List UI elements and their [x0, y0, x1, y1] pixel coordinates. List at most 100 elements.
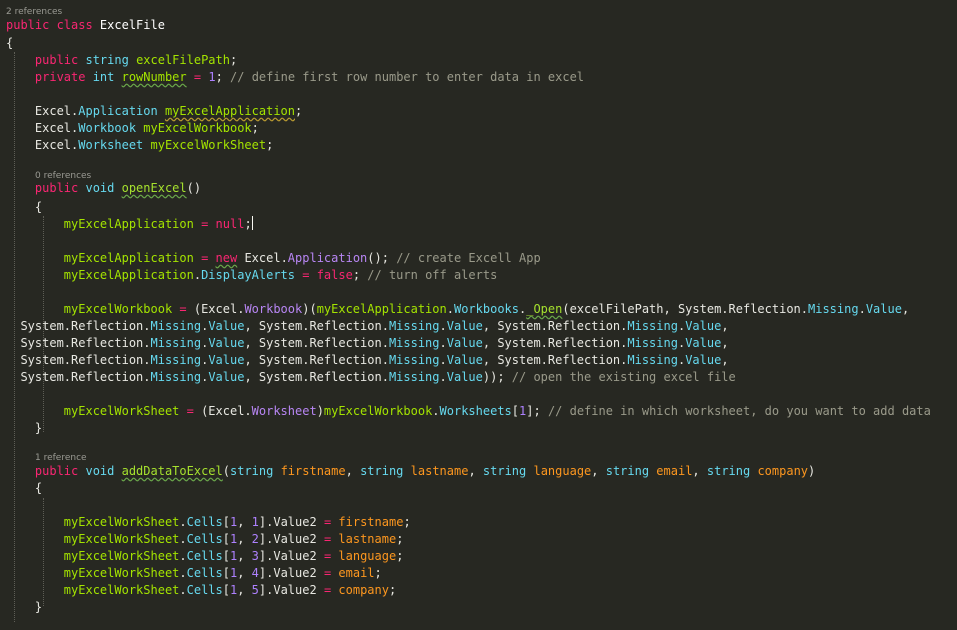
- code-line[interactable]: }: [6, 420, 42, 437]
- code-token: ,: [237, 566, 252, 580]
- code-token: ];: [526, 404, 548, 418]
- code-token: ].: [258, 532, 274, 546]
- code-token: =: [172, 302, 194, 316]
- code-line[interactable]: myExcelApplication.DisplayAlerts = false…: [6, 267, 498, 284]
- code-token: , System.Reflection.: [244, 370, 389, 384]
- code-line[interactable]: public string excelFilePath;: [6, 52, 237, 69]
- code-line[interactable]: {: [6, 35, 13, 52]
- code-token: Missing: [150, 336, 202, 350]
- code-token: (): [186, 181, 202, 195]
- code-token: {: [6, 481, 43, 495]
- code-line[interactable]: public void addDataToExcel(string firstn…: [6, 463, 815, 480]
- code-token: ;: [396, 549, 404, 563]
- code-line[interactable]: myExcelWorkSheet.Cells[1, 2].Value2 = la…: [6, 531, 404, 548]
- code-token: .: [179, 583, 187, 597]
- code-line[interactable]: {: [6, 199, 42, 216]
- code-token: =: [316, 515, 339, 529]
- code-line[interactable]: myExcelWorkSheet.Cells[1, 3].Value2 = la…: [6, 548, 404, 565]
- code-token: .: [439, 319, 447, 333]
- code-token: ));: [482, 370, 512, 384]
- code-token: public: [34, 53, 86, 67]
- code-token: null: [215, 217, 245, 231]
- code-line[interactable]: Excel.Application myExcelApplication;: [6, 103, 302, 120]
- code-token: myExcelWorkbook: [143, 121, 252, 135]
- code-line[interactable]: myExcelApplication = new Excel.Applicati…: [6, 250, 541, 267]
- code-token: Missing: [627, 336, 678, 350]
- code-token: myExcelApplication: [63, 251, 194, 265]
- code-token: 2: [251, 532, 259, 546]
- code-token: firstname: [280, 464, 346, 478]
- code-token: =: [193, 217, 216, 231]
- code-token: System.Reflection.: [6, 370, 151, 384]
- code-line[interactable]: Excel.Workbook myExcelWorkbook;: [6, 120, 259, 137]
- code-token: Missing: [388, 336, 440, 350]
- code-line[interactable]: System.Reflection.Missing.Value, System.…: [6, 369, 735, 386]
- code-token: =: [316, 549, 339, 563]
- code-token: lastname: [410, 464, 469, 478]
- code-token: ;: [244, 217, 252, 231]
- code-token: ;: [229, 53, 238, 67]
- code-token: 5: [251, 583, 259, 597]
- code-token: myExcelWorkbook: [323, 404, 433, 418]
- code-token: .: [179, 532, 187, 546]
- code-line[interactable]: System.Reflection.Missing.Value, System.…: [6, 352, 728, 369]
- code-token: ;: [374, 566, 382, 580]
- code-line[interactable]: private int rowNumber = 1; // define fir…: [6, 69, 584, 86]
- code-token: ;: [251, 121, 259, 135]
- code-token: public class: [6, 18, 100, 32]
- code-line[interactable]: public class ExcelFile: [6, 17, 165, 34]
- code-token: (excelFilePath, System.Reflection.: [562, 302, 808, 316]
- code-token: openExcel: [121, 181, 187, 195]
- code-token: myExcelApplication: [63, 217, 194, 231]
- code-token: Value: [208, 336, 245, 350]
- code-token: Missing: [388, 353, 440, 367]
- code-token: .: [179, 549, 187, 563]
- code-token: .: [439, 370, 447, 384]
- code-line[interactable]: myExcelWorkSheet.Cells[1, 1].Value2 = fi…: [6, 514, 411, 531]
- code-token: ;: [266, 138, 274, 152]
- code-line[interactable]: myExcelWorkbook = (Excel.Workbook)(myExc…: [6, 301, 909, 318]
- code-token: ;: [295, 104, 303, 118]
- code-token: .: [439, 353, 447, 367]
- code-token: language: [533, 464, 592, 478]
- code-line[interactable]: {: [6, 480, 42, 497]
- code-line[interactable]: }: [6, 599, 42, 616]
- code-token: Workbook: [244, 302, 303, 316]
- code-token: firstname: [338, 515, 404, 529]
- code-token: [: [222, 566, 230, 580]
- code-line[interactable]: myExcelApplication = null;: [6, 216, 253, 233]
- code-editor[interactable]: 2 references 0 references 1 reference pu…: [0, 0, 957, 630]
- code-token: [: [511, 404, 520, 418]
- code-token: public: [34, 464, 86, 478]
- code-line[interactable]: myExcelWorkSheet.Cells[1, 4].Value2 = em…: [6, 565, 382, 582]
- code-token: Cells: [186, 515, 223, 529]
- code-token: Value2: [273, 549, 317, 563]
- code-token: DisplayAlerts: [201, 268, 295, 282]
- code-token: {: [6, 36, 14, 50]
- code-line[interactable]: Excel.Worksheet myExcelWorkSheet;: [6, 137, 273, 154]
- code-line[interactable]: System.Reflection.Missing.Value, System.…: [6, 335, 728, 352]
- code-token: string: [605, 464, 657, 478]
- code-token: (Excel.: [201, 404, 252, 418]
- code-line[interactable]: myExcelWorkSheet = (Excel.Worksheet)myEx…: [6, 403, 931, 420]
- code-token: myExcelWorkSheet: [63, 566, 180, 580]
- code-token: .: [432, 404, 440, 418]
- code-line[interactable]: public void openExcel(): [6, 180, 201, 197]
- code-token: 1: [208, 70, 216, 84]
- code-token: lastname: [338, 532, 397, 546]
- code-token: ,: [237, 549, 252, 563]
- code-token: language: [338, 549, 397, 563]
- code-line[interactable]: myExcelWorkSheet.Cells[1, 5].Value2 = co…: [6, 582, 396, 599]
- code-token: ].: [258, 515, 274, 529]
- code-token: // create Excell App: [396, 251, 541, 265]
- code-token: Value: [208, 370, 245, 384]
- code-token: Missing: [150, 353, 202, 367]
- code-token: // turn off alerts: [367, 268, 498, 282]
- code-token: =: [193, 251, 216, 265]
- code-line[interactable]: System.Reflection.Missing.Value, System.…: [6, 318, 728, 335]
- code-token: void: [85, 464, 122, 478]
